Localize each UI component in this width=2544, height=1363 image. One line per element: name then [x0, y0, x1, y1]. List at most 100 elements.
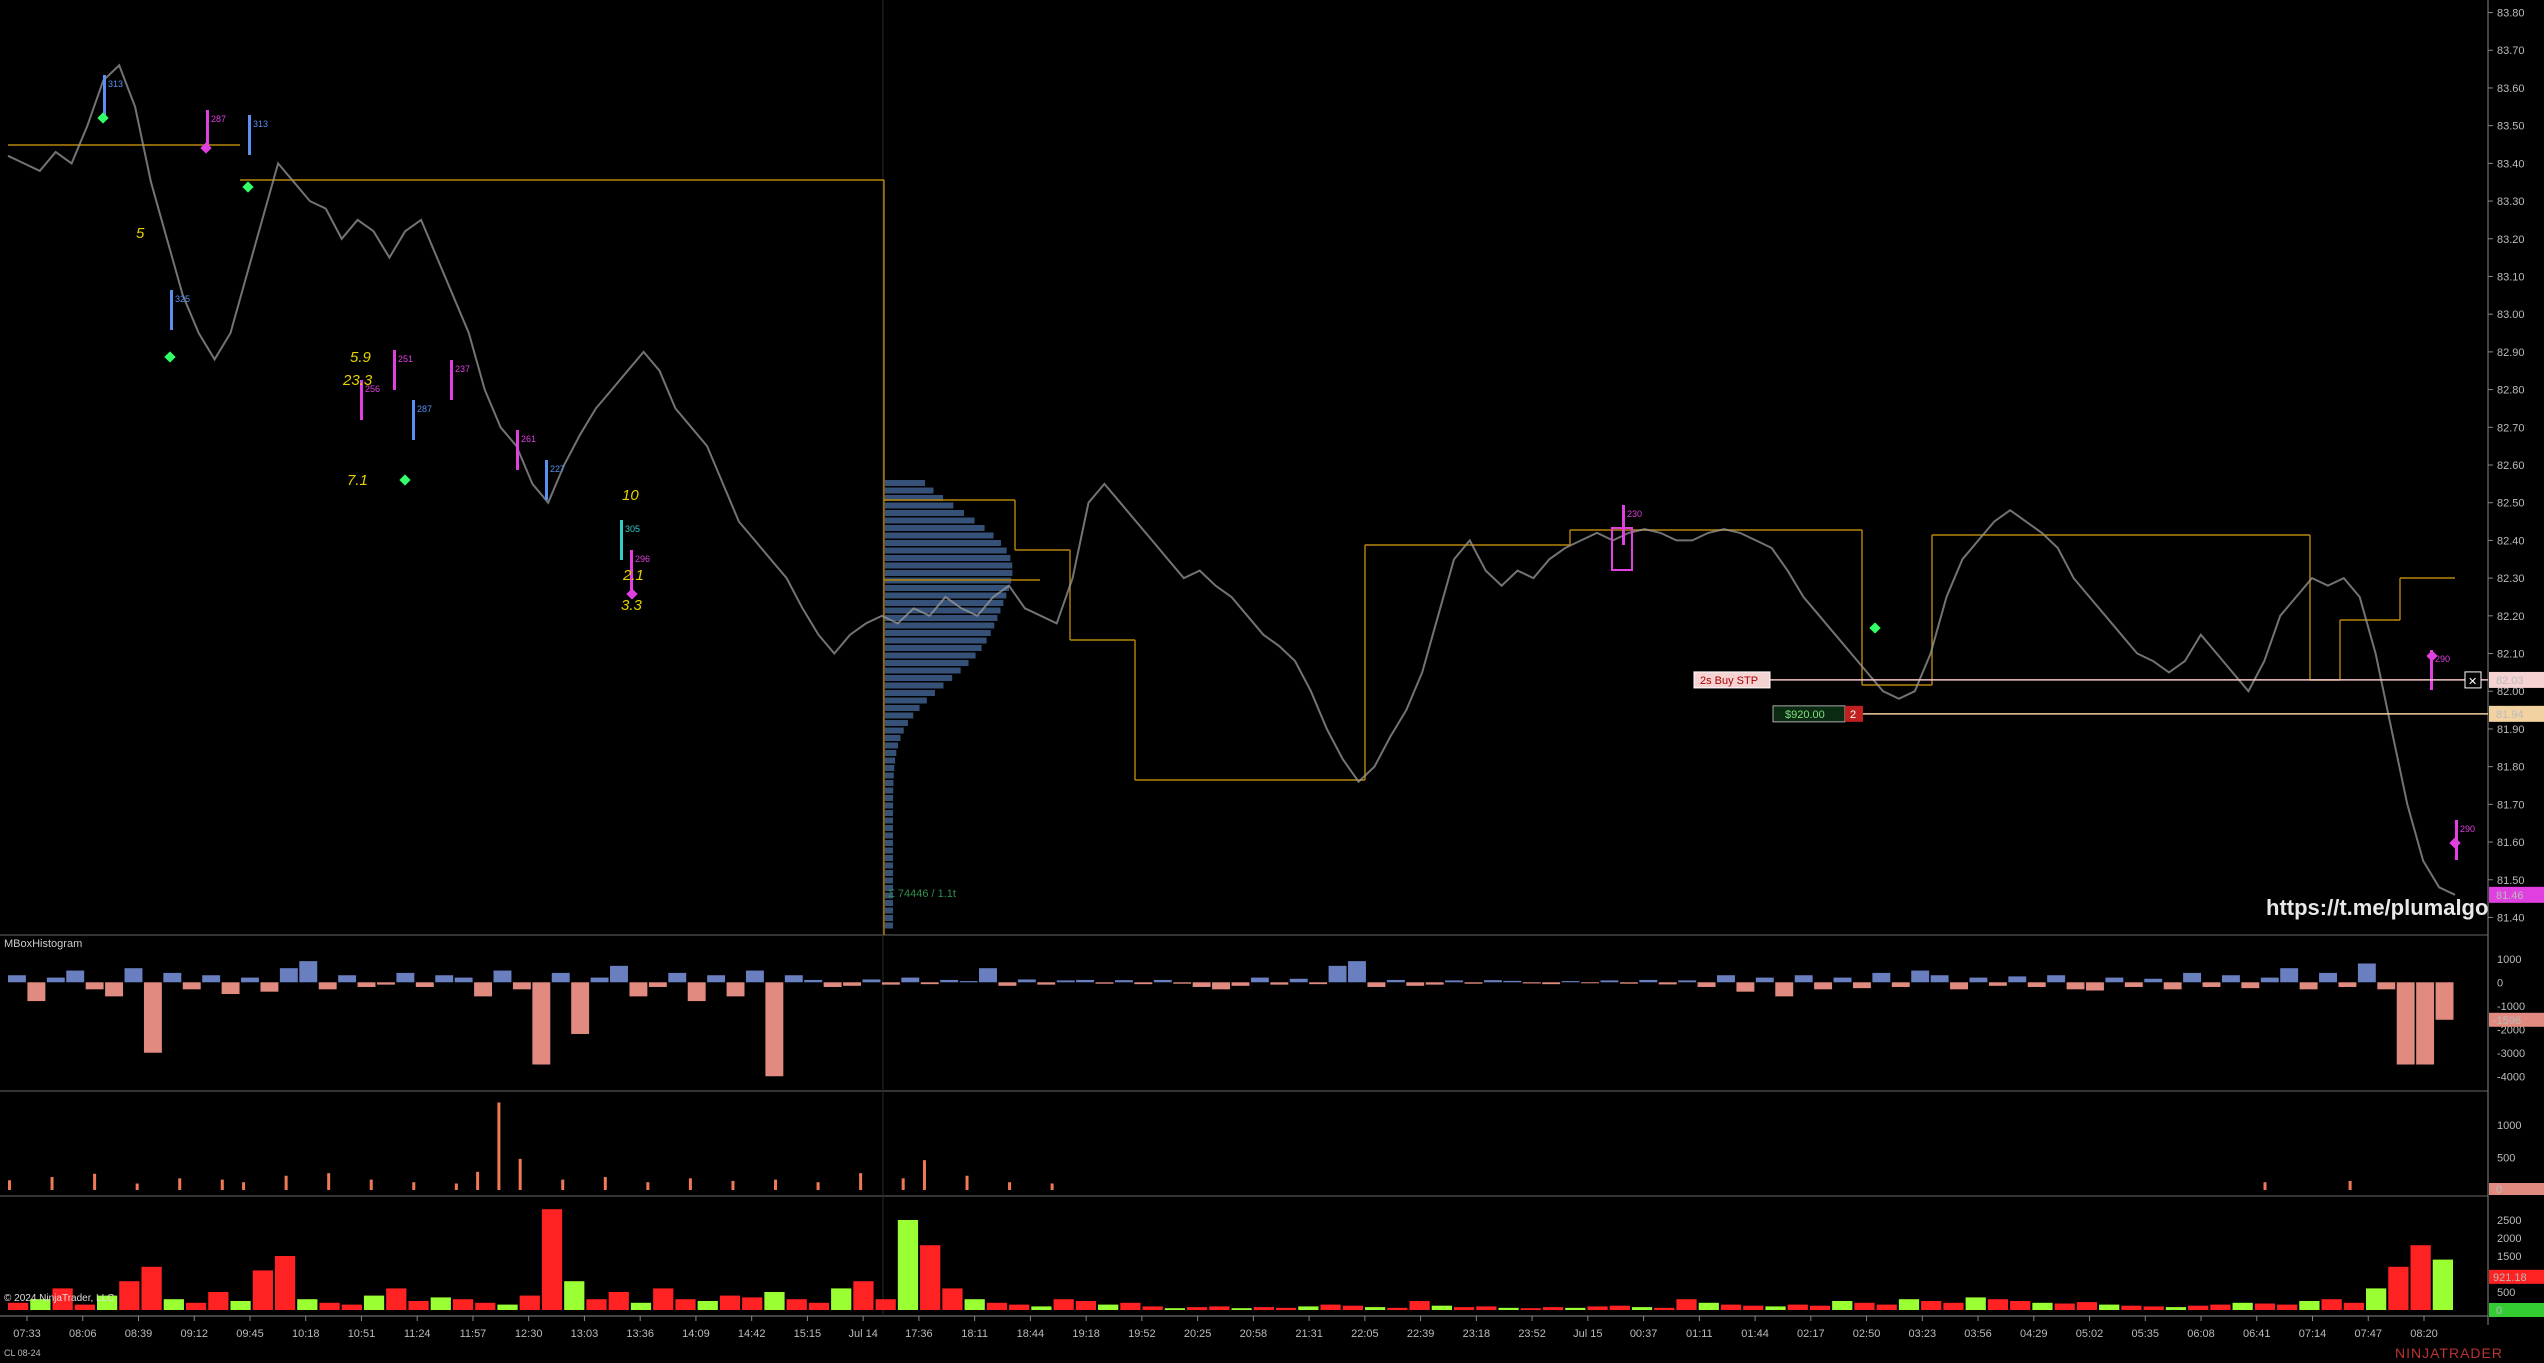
- price-tick-label: 83.20: [2497, 234, 2525, 246]
- spike-last-value: 0: [2496, 1184, 2502, 1196]
- time-tick-label: 20:25: [1184, 1328, 1212, 1340]
- time-tick-label: 22:05: [1351, 1328, 1379, 1340]
- price-tick-label: 81.50: [2497, 875, 2525, 887]
- profile-bar: [885, 855, 894, 861]
- price-line: [7, 63, 2456, 896]
- spike-bar: [220, 1179, 224, 1190]
- time-tick-label: 03:23: [1909, 1328, 1937, 1340]
- spike-bar: [93, 1173, 97, 1190]
- delta-bar: [2343, 1302, 2365, 1310]
- buy-diamond: [164, 351, 176, 363]
- time-tick-label: 06:41: [2243, 1328, 2271, 1340]
- histogram-bar: [2144, 978, 2163, 983]
- profile-bar: [885, 750, 897, 756]
- histogram-bar: [435, 975, 454, 983]
- order-lines[interactable]: 2s Buy STP ✕ 82.03 $920.00 2 81.94 81.46: [1693, 671, 2544, 903]
- delta-bar: [2410, 1245, 2431, 1310]
- histogram-bar: [85, 982, 104, 990]
- delta-bar: [964, 1299, 985, 1310]
- histogram-bar: [1386, 979, 1405, 983]
- histogram-bar: [318, 982, 337, 990]
- delta-bar: [541, 1209, 563, 1310]
- histogram-tick-label: -4000: [2497, 1071, 2525, 1083]
- profile-bar: [885, 562, 1013, 569]
- delta-bar: [2010, 1301, 2031, 1310]
- signal-bar: [450, 360, 453, 400]
- histogram-bar: [920, 982, 939, 985]
- delta-bar: [1698, 1302, 1719, 1310]
- histogram-bar: [396, 972, 415, 983]
- time-tick-label: 09:12: [180, 1328, 208, 1340]
- price-axis[interactable]: 83.80 83.70 83.60 83.50 83.40 83.30 83.20 83.10…: [2488, 8, 2525, 925]
- chart-canvas[interactable]: Σ 74446 / 1.1t 313325287 3132562512872372…: [0, 0, 2544, 1363]
- profile-bar: [885, 622, 995, 629]
- delta-bar: [2299, 1301, 2320, 1310]
- profile-bar: [885, 780, 894, 786]
- delta-bar: [386, 1288, 407, 1310]
- delta-bar: [475, 1302, 496, 1310]
- histogram-bar: [143, 982, 162, 1053]
- delta-bar: [2432, 1259, 2453, 1310]
- time-tick-label: 12:30: [515, 1328, 543, 1340]
- histogram-bar: [1328, 965, 1347, 983]
- time-tick-label: 22:39: [1407, 1328, 1435, 1340]
- delta-bar: [1120, 1302, 1141, 1310]
- signal-bar: [516, 430, 519, 470]
- profile-bar: [885, 765, 895, 771]
- profile-bar: [885, 555, 1011, 561]
- delta-bar: [653, 1288, 674, 1310]
- profile-bar: [885, 840, 894, 846]
- histogram-bar: [415, 982, 434, 987]
- price-tick-label: 82.70: [2497, 422, 2525, 434]
- annotation-text: 2.1: [622, 567, 644, 584]
- histogram-bar: [784, 975, 803, 983]
- delta-bar: [2188, 1305, 2209, 1310]
- spike-bar: [859, 1173, 863, 1190]
- spike-bar: [178, 1178, 182, 1190]
- profile-bar: [885, 720, 908, 726]
- profile-bar: [885, 712, 914, 719]
- delta-tick-label: 2500: [2497, 1215, 2521, 1227]
- delta-bar: [2143, 1306, 2164, 1310]
- delta-bar: [2388, 1266, 2409, 1310]
- time-tick-label: 18:44: [1017, 1328, 1045, 1340]
- level-lines: [8, 144, 2455, 935]
- signal-label: 290: [2460, 824, 2475, 834]
- mbox-histogram: 10000-1000-2000-3000-4000-1596: [8, 954, 2544, 1083]
- profile-bar: [885, 742, 899, 749]
- delta-bar: [208, 1292, 229, 1310]
- delta-bar: [853, 1281, 874, 1310]
- histogram-bar: [1056, 980, 1075, 983]
- time-tick-label: 10:18: [292, 1328, 320, 1340]
- time-axis[interactable]: 07:33 08:06 08:39 09:12 09:45 10:18 10:51 11:24…: [13, 1316, 2438, 1340]
- volume-profile: Σ 74446 / 1.1t: [885, 480, 1013, 929]
- delta-bar: [119, 1281, 140, 1310]
- histogram-bar: [1406, 982, 1425, 986]
- signal-bar: [103, 75, 106, 115]
- price-tick-label: 82.00: [2497, 686, 2525, 698]
- url-watermark: https://t.me/plumalgo: [2266, 895, 2489, 920]
- delta-bar: [1431, 1305, 1452, 1310]
- histogram-bar: [2299, 982, 2318, 990]
- delta-bar: [808, 1302, 830, 1310]
- profile-bar: [885, 630, 991, 636]
- delta-bar: [1654, 1307, 1675, 1310]
- profile-bar: [885, 540, 1001, 546]
- delta-bar: [1209, 1306, 1230, 1310]
- price-tick-label: 81.70: [2497, 799, 2525, 811]
- histogram-bar: [648, 982, 667, 987]
- profile-bar: [885, 787, 894, 794]
- signal-label: 296: [635, 554, 650, 564]
- entry-price: 81.94: [2496, 709, 2524, 721]
- signal-label: 287: [211, 114, 226, 124]
- delta-bar: [2232, 1302, 2253, 1310]
- profile-bar: [885, 667, 961, 674]
- histogram-bar: [2008, 976, 2027, 983]
- delta-bar: [764, 1292, 785, 1310]
- histogram-bar: [1678, 980, 1697, 983]
- time-tick-label: 23:52: [1518, 1328, 1546, 1340]
- profile-bar: [885, 690, 935, 696]
- spike-bar: [901, 1178, 905, 1190]
- spike-bar: [518, 1158, 522, 1190]
- histogram-bar: [610, 965, 628, 983]
